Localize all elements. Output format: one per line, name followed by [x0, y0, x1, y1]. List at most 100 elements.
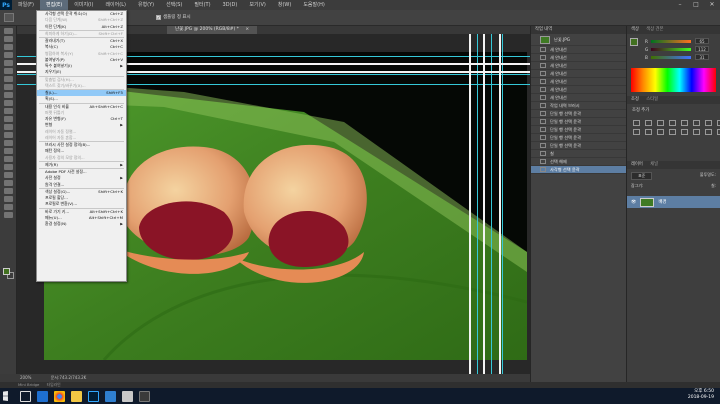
tool-icon[interactable] — [3, 180, 13, 186]
history-item[interactable]: 선택 해제 — [531, 158, 626, 166]
history-item[interactable]: 작업 내역 브러시 — [531, 102, 626, 110]
red-value[interactable]: 65 — [695, 38, 709, 44]
history-item[interactable]: 단일 행 선택 윤곽 — [531, 118, 626, 126]
tool-icon[interactable] — [3, 36, 13, 42]
adjustment-icon[interactable] — [633, 129, 640, 135]
history-item[interactable]: 새 안내선 — [531, 46, 626, 54]
history-tab[interactable]: 작업 내역 — [531, 26, 626, 34]
sample-ring-option[interactable]: ✓ 샘플링 정 표시 — [156, 14, 191, 20]
history-item[interactable]: 새 안내선 — [531, 78, 626, 86]
blue-slider[interactable]: B 31 — [627, 53, 720, 61]
menu-1[interactable]: 편집(E) — [39, 0, 69, 10]
tool-icon[interactable] — [3, 148, 13, 154]
tool-icon[interactable] — [3, 60, 13, 66]
tool-icon[interactable] — [3, 76, 13, 82]
color-spectrum[interactable] — [631, 68, 716, 92]
color-tab[interactable]: 색상 — [631, 27, 639, 32]
history-snapshot[interactable]: 난꽃.JPG — [531, 34, 626, 46]
history-item[interactable]: 칠 — [531, 150, 626, 158]
history-item[interactable]: 단일 행 선택 윤곽 — [531, 110, 626, 118]
menu-2[interactable]: 이미지(I) — [68, 0, 99, 10]
tool-icon[interactable] — [3, 196, 13, 202]
tool-icon[interactable] — [3, 100, 13, 106]
adjustment-icon[interactable] — [657, 129, 664, 135]
tool-preset-icon[interactable] — [4, 13, 14, 22]
windows-start-icon[interactable] — [3, 391, 8, 401]
maximize-icon[interactable]: □ — [688, 0, 704, 10]
photoshop-taskbar-icon[interactable] — [88, 390, 99, 402]
tool-icon[interactable] — [3, 132, 13, 138]
adjustment-icon[interactable] — [645, 129, 652, 135]
close-icon[interactable]: ✕ — [704, 0, 720, 10]
menu-0[interactable]: 파일(F) — [12, 0, 40, 10]
adjustment-icon[interactable] — [693, 129, 700, 135]
zoom-level[interactable]: 200% — [20, 375, 31, 380]
tool-icon[interactable] — [3, 204, 13, 210]
close-tab-icon[interactable]: × — [245, 27, 249, 32]
menu-3[interactable]: 레이어(L) — [99, 0, 132, 10]
blue-value[interactable]: 31 — [695, 54, 709, 60]
tool-icon[interactable] — [3, 84, 13, 90]
document-tab[interactable]: 난꽃.JPG @ 200% (RGB/8#) * × — [167, 26, 258, 34]
tool-icon[interactable] — [3, 156, 13, 162]
app-taskbar-icon[interactable] — [139, 390, 150, 402]
tool-icon[interactable] — [3, 140, 13, 146]
edit-menu-item[interactable]: 환경 설정(N) ▶ — [37, 221, 126, 227]
guide-vertical[interactable] — [477, 34, 478, 374]
adjustment-icon[interactable] — [657, 120, 664, 126]
history-item[interactable]: 새 안내선 — [531, 86, 626, 94]
menu-6[interactable]: 필터(T) — [188, 0, 216, 10]
menu-5[interactable]: 선택(S) — [160, 0, 188, 10]
history-item[interactable]: 새 안내선 — [531, 70, 626, 78]
adjustment-icon[interactable] — [705, 129, 712, 135]
document-info[interactable]: 문서:743.2/743.2K — [51, 375, 87, 380]
foreground-color-swatch[interactable] — [630, 38, 638, 46]
menu-7[interactable]: 3D(D) — [217, 0, 244, 10]
adjustment-icon[interactable] — [681, 129, 688, 135]
adjustments-tab[interactable]: 조정 — [631, 97, 639, 102]
checkbox-icon[interactable]: ✓ — [156, 14, 161, 20]
menu-10[interactable]: 도움말(H) — [297, 0, 330, 10]
green-value[interactable]: 112 — [695, 46, 709, 52]
app-taskbar-icon[interactable] — [122, 390, 133, 402]
adjustment-icon[interactable] — [681, 120, 688, 126]
tool-icon[interactable] — [3, 188, 13, 194]
timeline-tab[interactable]: 타임라인 — [47, 382, 61, 387]
foreground-color-swatch[interactable] — [3, 268, 10, 275]
history-item[interactable]: 단일 행 선택 윤곽 — [531, 134, 626, 142]
swatches-tab[interactable]: 색상 견본 — [646, 27, 663, 32]
menu-8[interactable]: 보기(V) — [243, 0, 272, 10]
history-item[interactable]: 사각형 선택 윤곽 — [531, 166, 626, 174]
history-item[interactable]: 새 안내선 — [531, 54, 626, 62]
history-item[interactable]: 단일 행 선택 윤곽 — [531, 142, 626, 150]
adjustment-icon[interactable] — [669, 129, 676, 135]
minimize-icon[interactable]: – — [672, 0, 688, 10]
styles-tab[interactable]: 스타일 — [646, 97, 658, 102]
app-taskbar-icon[interactable] — [105, 390, 116, 402]
menu-9[interactable]: 창(W) — [272, 0, 297, 10]
color-swatches[interactable] — [3, 268, 14, 279]
tool-icon[interactable] — [3, 92, 13, 98]
history-item[interactable]: 새 안내선 — [531, 94, 626, 102]
red-slider[interactable]: R 65 — [627, 37, 720, 45]
tool-icon[interactable] — [3, 68, 13, 74]
tool-icon[interactable] — [3, 44, 13, 50]
channels-tab[interactable]: 채널 — [650, 162, 658, 167]
tool-icon[interactable] — [3, 164, 13, 170]
adjustment-icon[interactable] — [669, 120, 676, 126]
guide-vertical[interactable] — [491, 34, 492, 374]
history-item[interactable]: 새 안내선 — [531, 62, 626, 70]
layer-row-background[interactable]: 👁 배경 — [627, 196, 720, 208]
visibility-eye-icon[interactable]: 👁 — [631, 200, 636, 205]
adjustment-icon[interactable] — [705, 120, 712, 126]
tool-icon[interactable] — [3, 172, 13, 178]
task-view-icon[interactable] — [20, 390, 31, 402]
guide-vertical[interactable] — [502, 34, 503, 374]
history-item[interactable]: 단일 행 선택 윤곽 — [531, 126, 626, 134]
blend-mode-select[interactable]: 표준 — [631, 172, 653, 180]
layers-tab[interactable]: 레이어 — [631, 162, 643, 167]
tool-icon[interactable] — [3, 116, 13, 122]
tool-icon[interactable] — [3, 108, 13, 114]
tool-icon[interactable] — [3, 124, 13, 130]
edge-browser-icon[interactable] — [37, 390, 48, 402]
